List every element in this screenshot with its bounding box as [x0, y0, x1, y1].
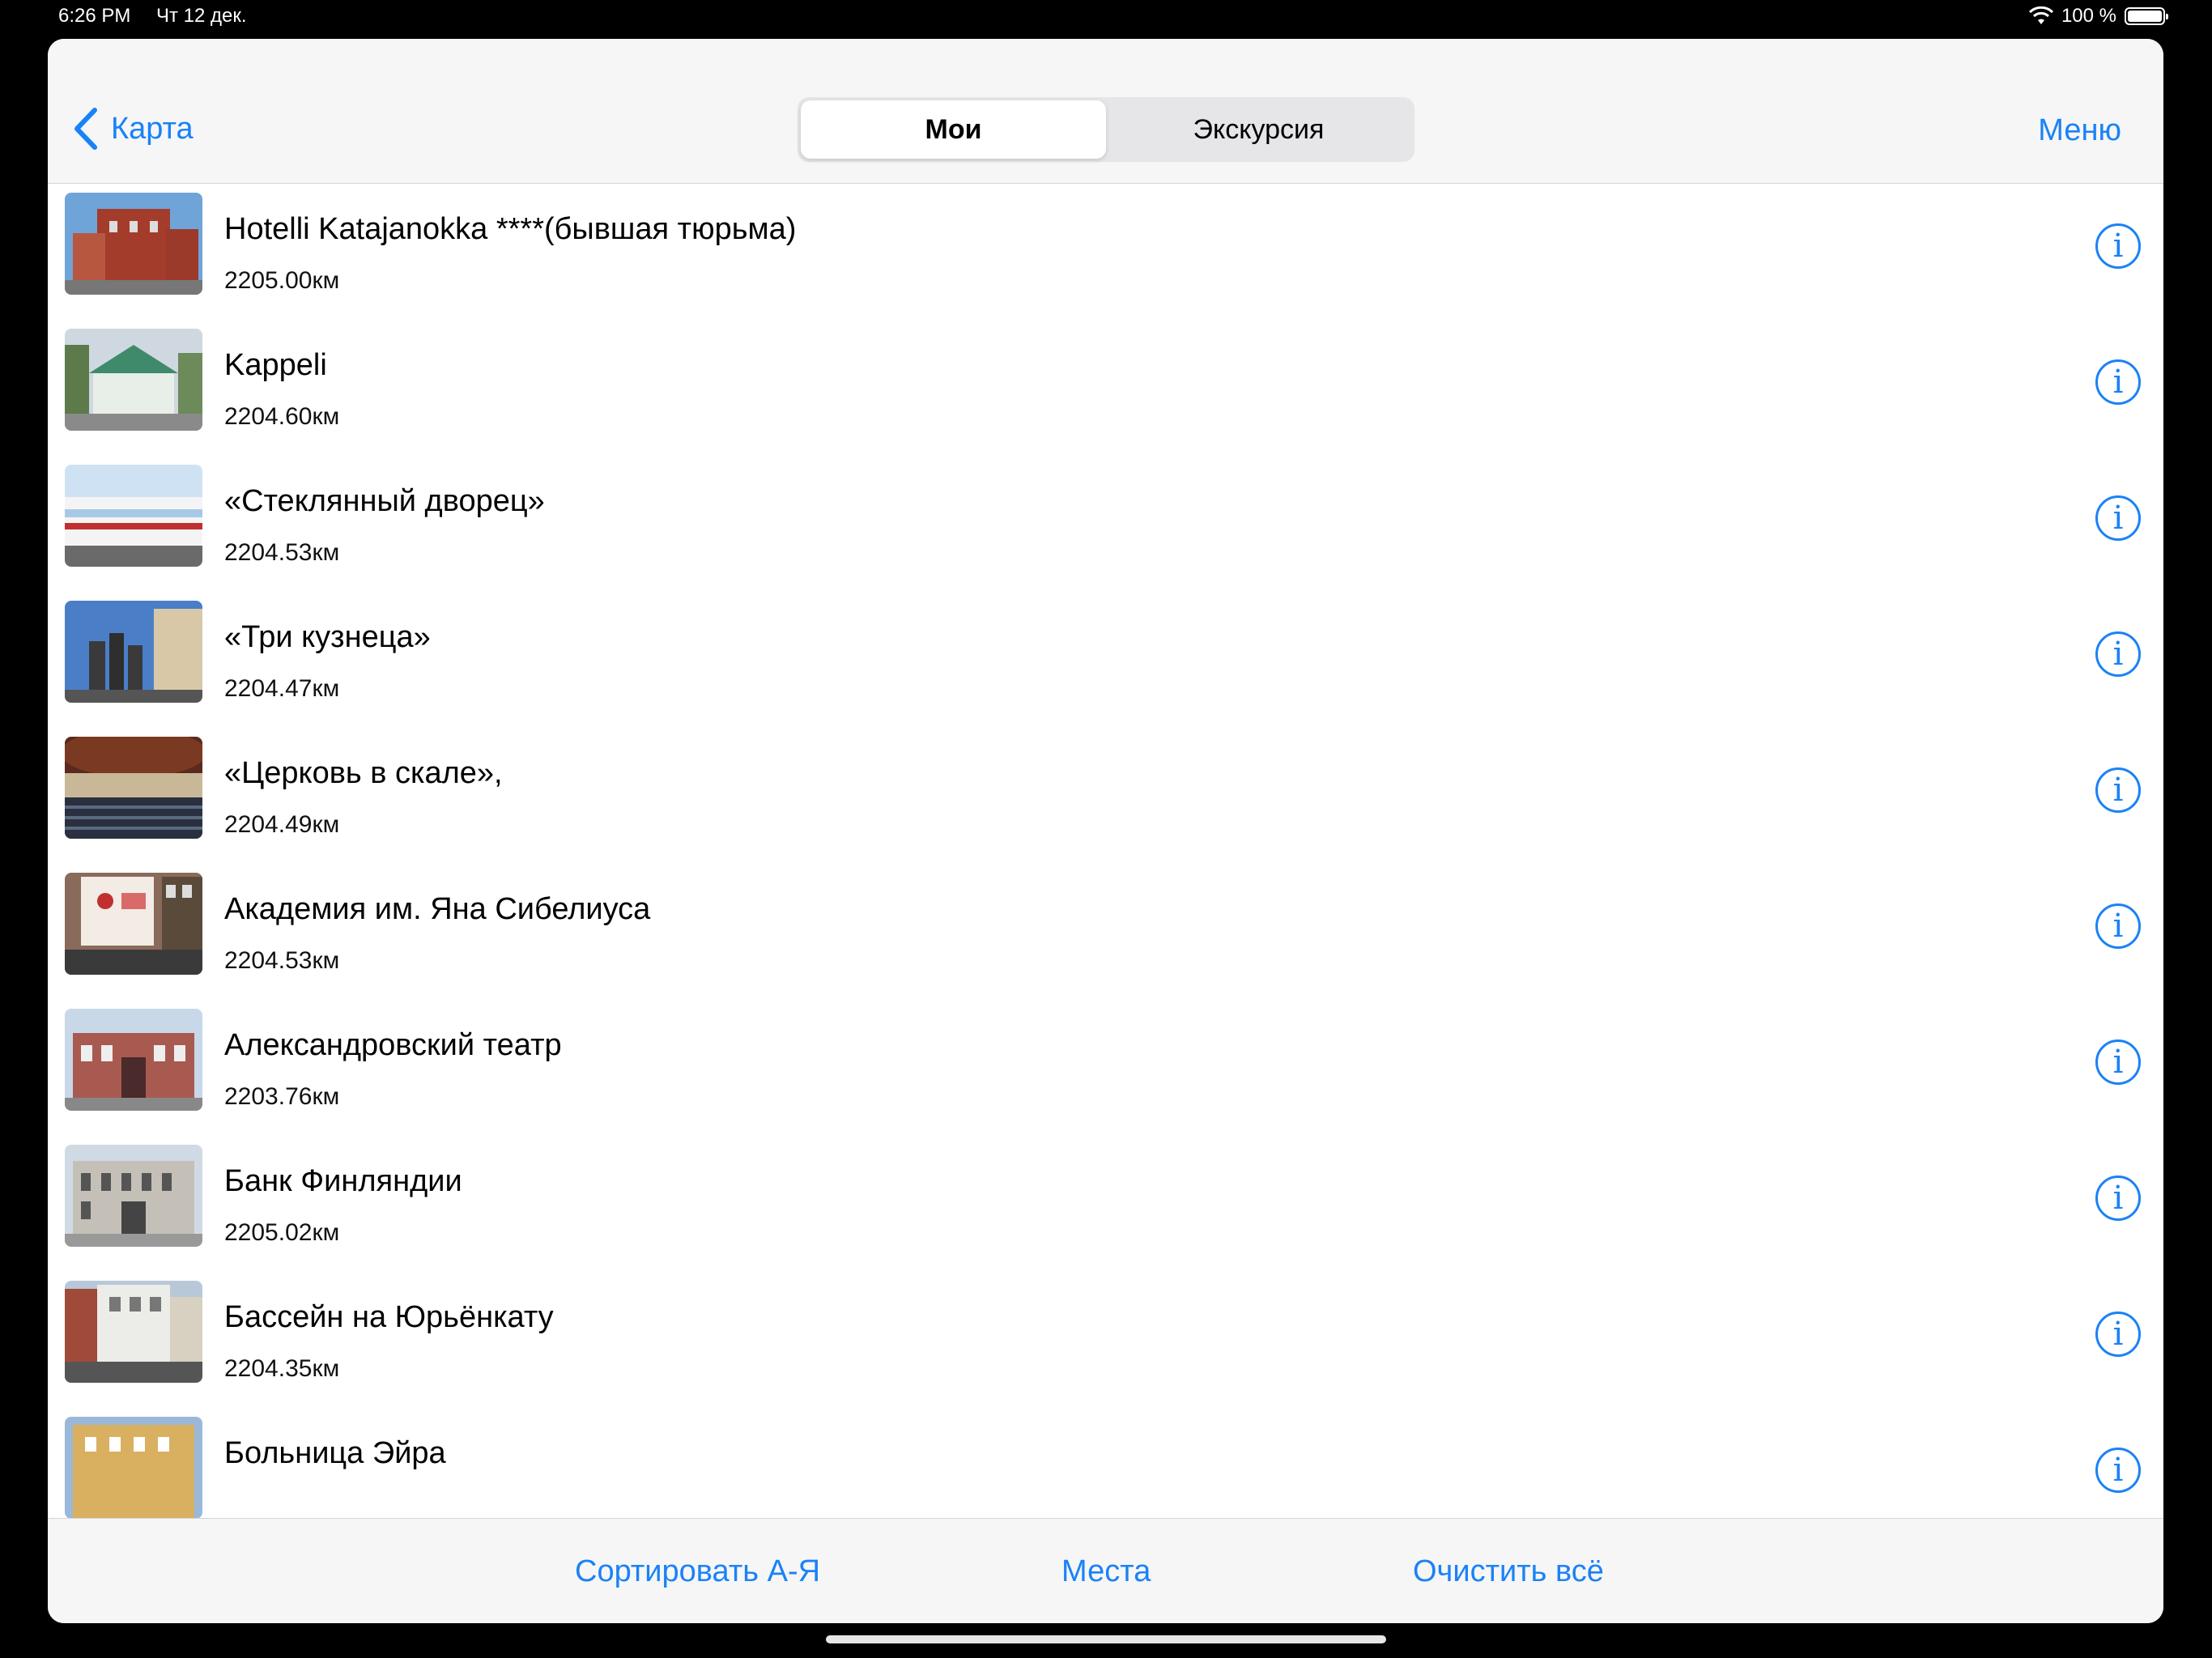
place-thumbnail — [65, 1281, 202, 1383]
status-time: 6:26 PM — [58, 5, 131, 27]
segment-mine[interactable]: Мои — [801, 100, 1106, 159]
place-title: Бассейн на Юрьёнкату — [224, 1300, 554, 1334]
segmented-control: Мои Экскурсия — [798, 97, 1414, 162]
list-item[interactable]: Больница Эйра i — [48, 1401, 2163, 1537]
segment-excursion[interactable]: Экскурсия — [1106, 100, 1411, 159]
list-item[interactable]: «Церковь в скале», 2204.49км i — [48, 721, 2163, 857]
chevron-left-icon — [74, 108, 97, 150]
info-icon[interactable]: i — [2095, 223, 2141, 269]
place-distance: 2203.76км — [224, 1083, 340, 1110]
place-thumbnail — [65, 1417, 202, 1519]
home-indicator — [826, 1635, 1386, 1643]
place-distance: 2204.35км — [224, 1355, 340, 1382]
place-distance: 2204.53км — [224, 539, 340, 566]
info-icon[interactable]: i — [2095, 903, 2141, 949]
place-thumbnail — [65, 873, 202, 975]
list-item[interactable]: Kappeli 2204.60км i — [48, 312, 2163, 449]
place-thumbnail — [65, 329, 202, 431]
place-thumbnail — [65, 601, 202, 703]
back-button-label: Карта — [111, 111, 194, 146]
info-icon[interactable]: i — [2095, 1039, 2141, 1085]
place-title: «Стеклянный дворец» — [224, 484, 545, 518]
status-bar: 6:26 PM Чт 12 дек. 100 % — [0, 0, 2212, 37]
place-thumbnail — [65, 465, 202, 567]
list-item[interactable]: «Три кузнеца» 2204.47км i — [48, 585, 2163, 721]
info-icon[interactable]: i — [2095, 359, 2141, 405]
place-thumbnail — [65, 1009, 202, 1111]
info-icon[interactable]: i — [2095, 767, 2141, 813]
info-icon[interactable]: i — [2095, 1448, 2141, 1493]
navigation-bar: Карта Мои Экскурсия Меню — [48, 39, 2163, 184]
places-button[interactable]: Места — [1061, 1554, 1151, 1589]
list-item[interactable]: Александровский театр 2203.76км i — [48, 993, 2163, 1129]
place-thumbnail — [65, 193, 202, 295]
place-title: Больница Эйра — [224, 1436, 446, 1470]
list-item[interactable]: Hotelli Katajanokka ****(бывшая тюрьма) 2… — [48, 176, 2163, 313]
place-distance: 2205.00км — [224, 267, 340, 294]
place-title: Kappeli — [224, 348, 327, 382]
place-title: «Три кузнеца» — [224, 620, 431, 654]
place-distance: 2205.02км — [224, 1219, 340, 1246]
place-title: Hotelli Katajanokka ****(бывшая тюрьма) — [224, 212, 797, 246]
battery-percent: 100 % — [2061, 5, 2116, 27]
place-distance: 2204.49км — [224, 811, 340, 838]
place-title: Банк Финляндии — [224, 1164, 462, 1198]
place-distance: 2204.53км — [224, 947, 340, 974]
place-title: Академия им. Яна Сибелиуса — [224, 892, 651, 926]
list-item[interactable]: Академия им. Яна Сибелиуса 2204.53км i — [48, 857, 2163, 993]
list-item[interactable]: Бассейн на Юрьёнкату 2204.35км i — [48, 1265, 2163, 1401]
info-icon[interactable]: i — [2095, 1312, 2141, 1357]
battery-icon — [2125, 7, 2168, 25]
bottom-toolbar: Сортировать А-Я Места Очистить всё — [48, 1518, 2163, 1623]
info-icon[interactable]: i — [2095, 631, 2141, 677]
menu-button[interactable]: Меню — [2038, 113, 2121, 148]
info-icon[interactable]: i — [2095, 495, 2141, 541]
status-date: Чт 12 дек. — [156, 5, 247, 27]
place-title: Александровский театр — [224, 1028, 562, 1062]
list-item[interactable]: Банк Финляндии 2205.02км i — [48, 1129, 2163, 1265]
places-list: 2204.81кмiHotelli Katajanokka ****(бывша… — [48, 143, 2163, 1559]
wifi-icon — [2028, 6, 2053, 24]
info-icon[interactable]: i — [2095, 1175, 2141, 1221]
sort-button[interactable]: Сортировать А-Я — [575, 1554, 820, 1589]
place-distance: 2204.47км — [224, 675, 340, 702]
back-button[interactable]: Карта — [72, 107, 194, 151]
place-distance: 2204.60км — [224, 403, 340, 430]
list-item[interactable]: «Стеклянный дворец» 2204.53км i — [48, 449, 2163, 585]
place-title: «Церковь в скале», — [224, 756, 503, 790]
status-indicators: 100 % — [2028, 5, 2168, 28]
place-thumbnail — [65, 737, 202, 839]
modal-sheet: Карта Мои Экскурсия Меню 2204.81кмiHotel… — [48, 39, 2163, 1623]
clear-all-button[interactable]: Очистить всё — [1413, 1554, 1604, 1589]
place-thumbnail — [65, 1145, 202, 1247]
